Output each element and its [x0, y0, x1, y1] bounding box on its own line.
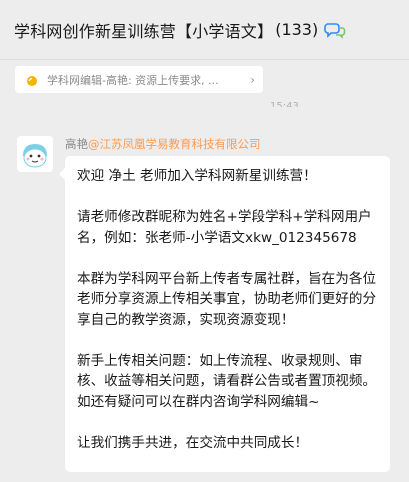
- sender-label: 高艳@江苏凤凰学易教育科技有限公司: [65, 136, 261, 152]
- notice-text: 学科网编辑-高艳: 资源上传要求, ...: [47, 73, 219, 87]
- message-paragraph: 让我们携手共进，在交流中共同成长！: [77, 434, 309, 451]
- member-count[interactable]: (133): [275, 20, 318, 39]
- group-title[interactable]: 学科网创作新星训练营【小学语文】: [14, 18, 273, 42]
- notice-bulb-icon: [25, 73, 39, 87]
- chat-bubbles-icon[interactable]: [324, 21, 346, 39]
- chevron-right-icon: ›: [250, 72, 255, 87]
- message-paragraph: 请老师修改群昵称为姓名+学段学科+学科网用户名，例如：张老师-小学语文xkw_0…: [77, 209, 372, 246]
- message-paragraph: 本群为学科网平台新上传者专属社群，旨在为各位老师分享资源上传相关事宜，协助老师们…: [77, 270, 377, 328]
- message-timestamp: 15:43: [270, 101, 299, 107]
- chat-header: 学科网创作新星训练营【小学语文】 (133): [0, 0, 409, 60]
- sender-name[interactable]: 高艳: [65, 137, 88, 151]
- sender-avatar[interactable]: [17, 136, 53, 172]
- group-notice-bar[interactable]: 学科网编辑-高艳: 资源上传要求, ... ›: [15, 66, 263, 93]
- message-paragraph: 欢迎 净土 老师加入学科网新星训练营！: [77, 168, 317, 184]
- cartoon-avatar-icon: [17, 136, 53, 172]
- sender-organization: @江苏凤凰学易教育科技有限公司: [88, 137, 261, 151]
- message-paragraph: 新手上传相关问题：如上传流程、收录规则、审核、收益等相关问题，请看群公告或者置顶…: [77, 352, 377, 410]
- message-bubble[interactable]: 欢迎 净土 老师加入学科网新星训练营！ 请老师修改群昵称为姓名+学段学科+学科网…: [59, 156, 390, 472]
